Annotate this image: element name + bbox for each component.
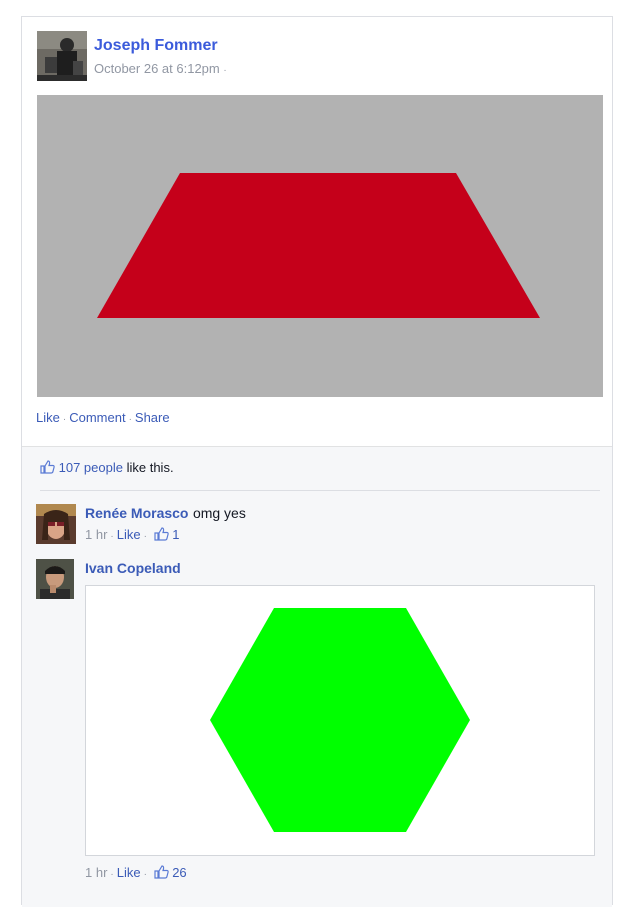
- post-image[interactable]: [37, 95, 603, 397]
- timestamp-separator: ·: [223, 65, 227, 76]
- hexagon-shape: [210, 608, 470, 832]
- like-link[interactable]: Like: [36, 410, 60, 425]
- feedback-section: 107 people like this. Renée Morasco omg …: [22, 446, 612, 907]
- comment-meta: 1 hr · Like · 26: [85, 865, 187, 880]
- thumbs-up-icon: [40, 460, 55, 474]
- comment-text: omg yes: [192, 505, 246, 521]
- meta-separator: ·: [143, 869, 147, 880]
- comment-body: Renée Morasco omg yes: [85, 505, 246, 523]
- commenter-name[interactable]: Ivan Copeland: [85, 560, 181, 576]
- thumbs-up-icon: [153, 865, 169, 879]
- divider: [40, 490, 600, 491]
- meta-separator: ·: [143, 531, 147, 542]
- likes-suffix: like this.: [126, 460, 174, 475]
- comment-meta: 1 hr · Like · 1: [85, 527, 179, 542]
- comment-like-count[interactable]: 26: [172, 865, 186, 880]
- author-avatar[interactable]: [37, 31, 87, 81]
- thumbs-up-icon: [153, 527, 169, 541]
- comment-time[interactable]: 1 hr: [85, 527, 107, 542]
- commenter-name[interactable]: Renée Morasco: [85, 505, 188, 521]
- post-actions: Like · Comment · Share: [36, 410, 170, 425]
- share-link[interactable]: Share: [135, 410, 170, 425]
- comment-time[interactable]: 1 hr: [85, 865, 107, 880]
- commenter-avatar[interactable]: [36, 559, 74, 599]
- post-card: Joseph Fommer October 26 at 6:12pm · Lik…: [21, 16, 613, 907]
- author-name[interactable]: Joseph Fommer: [94, 37, 218, 55]
- comment-link[interactable]: Comment: [69, 410, 125, 425]
- comment-like-count[interactable]: 1: [172, 527, 179, 542]
- comment-image[interactable]: [85, 585, 595, 856]
- trapezoid-shape: [97, 173, 540, 318]
- meta-separator: ·: [110, 869, 114, 880]
- meta-separator: ·: [110, 531, 114, 542]
- commenter-avatar[interactable]: [36, 504, 76, 544]
- actions-separator: ·: [128, 414, 132, 425]
- likes-summary: 107 people like this.: [40, 460, 174, 475]
- post-timestamp[interactable]: October 26 at 6:12pm ·: [94, 61, 227, 76]
- comment-like-link[interactable]: Like: [117, 865, 141, 880]
- comment-body: Ivan Copeland: [85, 560, 181, 578]
- actions-separator: ·: [62, 414, 67, 425]
- likes-count-link[interactable]: 107 people: [59, 460, 123, 475]
- timestamp-text[interactable]: October 26 at 6:12pm: [94, 61, 220, 76]
- comment-like-link[interactable]: Like: [117, 527, 141, 542]
